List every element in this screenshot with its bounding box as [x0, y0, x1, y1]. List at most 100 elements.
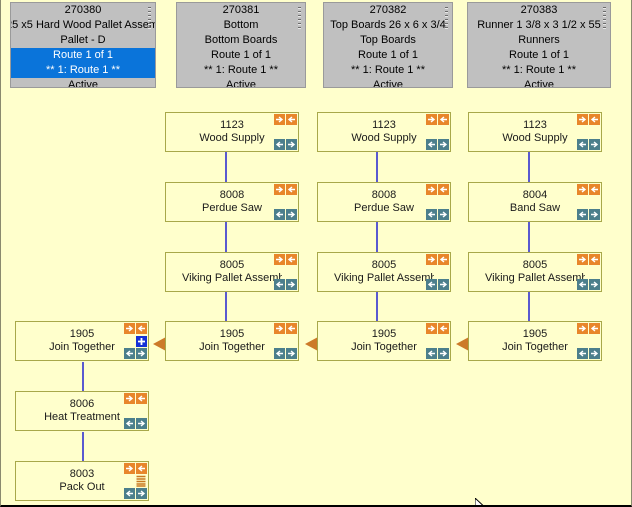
item-card-270380[interactable]: 270380 25 x5 Hard Wood Pallet Assem Pall… — [10, 2, 156, 88]
arrow-right-teal-icon[interactable] — [438, 279, 449, 290]
arrow-right-orange-icon[interactable] — [124, 323, 135, 334]
operation-node[interactable]: 1905 Join Together — [165, 321, 299, 361]
operation-code: 1123 — [523, 119, 547, 131]
arrow-right-teal-icon[interactable] — [286, 139, 297, 150]
drag-grip-icon[interactable] — [148, 7, 151, 29]
operation-code: 1123 — [372, 119, 396, 131]
item-route-name[interactable]: ** 1: Route 1 ** — [324, 63, 452, 78]
drag-grip-icon[interactable] — [445, 7, 448, 29]
arrow-right-orange-icon[interactable] — [274, 323, 285, 334]
arrow-left-orange-icon[interactable] — [589, 323, 600, 334]
arrow-right-orange-icon[interactable] — [577, 184, 588, 195]
operation-node[interactable]: 1905 Join Together — [468, 321, 602, 361]
arrow-right-orange-icon[interactable] — [124, 463, 135, 474]
arrow-left-orange-icon[interactable] — [438, 114, 449, 125]
item-route-count[interactable]: Route 1 of 1 — [177, 48, 305, 63]
arrow-left-teal-icon[interactable] — [274, 139, 285, 150]
operation-node[interactable]: 8008 Perdue Saw — [165, 182, 299, 222]
arrow-right-orange-icon[interactable] — [577, 254, 588, 265]
arrow-left-orange-icon[interactable] — [589, 254, 600, 265]
item-route-name[interactable]: ** 1: Route 1 ** — [11, 63, 155, 78]
drag-grip-icon[interactable] — [298, 7, 301, 29]
arrow-right-teal-icon[interactable] — [589, 279, 600, 290]
item-route-count[interactable]: Route 1 of 1 — [468, 48, 610, 63]
item-card-270381[interactable]: 270381 Bottom Bottom Boards Route 1 of 1… — [176, 2, 306, 88]
plus-blue-icon[interactable] — [136, 336, 147, 347]
arrow-left-orange-icon[interactable] — [136, 323, 147, 334]
arrow-left-teal-icon[interactable] — [426, 348, 437, 359]
arrow-left-orange-icon[interactable] — [589, 184, 600, 195]
operation-node[interactable]: 8004 Band Saw — [468, 182, 602, 222]
arrow-left-orange-icon[interactable] — [286, 114, 297, 125]
item-route-name[interactable]: ** 1: Route 1 ** — [468, 63, 610, 78]
arrow-right-teal-icon[interactable] — [438, 348, 449, 359]
operation-node[interactable]: 1905 Join Together — [15, 321, 149, 361]
operation-node[interactable]: 8005 Viking Pallet Assembly — [165, 252, 299, 292]
operation-node[interactable]: 8005 Viking Pallet Assembly — [317, 252, 451, 292]
arrow-left-orange-icon[interactable] — [438, 254, 449, 265]
item-card-270382[interactable]: 270382 Top Boards 26 x 6 x 3/4 Top Board… — [323, 2, 453, 88]
lines-orange-icon[interactable] — [136, 475, 146, 487]
arrow-right-teal-icon[interactable] — [438, 139, 449, 150]
item-route-count[interactable]: Route 1 of 1 — [11, 48, 155, 63]
operation-node[interactable]: 1123 Wood Supply — [317, 112, 451, 152]
arrow-left-teal-icon[interactable] — [577, 209, 588, 220]
operation-code: 1905 — [371, 328, 397, 340]
item-card-270383[interactable]: 270383 Runner 1 3/8 x 3 1/2 x 55 Runners… — [467, 2, 611, 88]
operation-node[interactable]: 8003 Pack Out — [15, 461, 149, 501]
arrow-left-orange-icon[interactable] — [286, 254, 297, 265]
operation-node[interactable]: 8008 Perdue Saw — [317, 182, 451, 222]
operation-node[interactable]: 8006 Heat Treatment — [15, 391, 149, 431]
operation-node[interactable]: 1905 Join Together — [317, 321, 451, 361]
arrow-left-orange-icon[interactable] — [286, 323, 297, 334]
arrow-left-teal-icon[interactable] — [274, 209, 285, 220]
operation-node[interactable]: 1123 Wood Supply — [165, 112, 299, 152]
arrow-left-teal-icon[interactable] — [577, 279, 588, 290]
arrow-left-orange-icon[interactable] — [136, 393, 147, 404]
item-description: Top Boards 26 x 6 x 3/4 — [330, 19, 446, 31]
arrow-right-teal-icon[interactable] — [286, 209, 297, 220]
arrow-left-orange-icon[interactable] — [136, 463, 147, 474]
arrow-right-orange-icon[interactable] — [426, 254, 437, 265]
drag-grip-icon[interactable] — [603, 7, 606, 29]
arrow-right-teal-icon[interactable] — [589, 209, 600, 220]
arrow-right-orange-icon[interactable] — [274, 254, 285, 265]
arrow-right-orange-icon[interactable] — [274, 114, 285, 125]
arrow-left-teal-icon[interactable] — [426, 209, 437, 220]
operation-node[interactable]: 8005 Viking Pallet Assembly — [468, 252, 602, 292]
arrow-left-teal-icon[interactable] — [274, 348, 285, 359]
arrow-left-teal-icon[interactable] — [124, 418, 135, 429]
arrow-right-orange-icon[interactable] — [274, 184, 285, 195]
arrow-right-orange-icon[interactable] — [426, 184, 437, 195]
item-status: Active — [524, 79, 554, 88]
arrow-right-teal-icon[interactable] — [286, 348, 297, 359]
arrow-left-orange-icon[interactable] — [438, 323, 449, 334]
arrow-right-orange-icon[interactable] — [426, 114, 437, 125]
arrow-left-teal-icon[interactable] — [274, 279, 285, 290]
arrow-right-teal-icon[interactable] — [589, 139, 600, 150]
arrow-right-teal-icon[interactable] — [589, 348, 600, 359]
arrow-right-teal-icon[interactable] — [286, 279, 297, 290]
arrow-left-teal-icon[interactable] — [426, 279, 437, 290]
arrow-right-teal-icon[interactable] — [136, 488, 147, 499]
item-route-name[interactable]: ** 1: Route 1 ** — [177, 63, 305, 78]
arrow-right-teal-icon[interactable] — [136, 348, 147, 359]
arrow-right-orange-icon[interactable] — [124, 393, 135, 404]
arrow-right-orange-icon[interactable] — [426, 323, 437, 334]
arrow-left-teal-icon[interactable] — [577, 139, 588, 150]
operation-node[interactable]: 1123 Wood Supply — [468, 112, 602, 152]
arrow-right-orange-icon[interactable] — [577, 114, 588, 125]
arrow-right-orange-icon[interactable] — [577, 323, 588, 334]
arrow-left-orange-icon[interactable] — [286, 184, 297, 195]
arrow-left-teal-icon[interactable] — [577, 348, 588, 359]
item-route-count[interactable]: Route 1 of 1 — [324, 48, 452, 63]
arrow-right-teal-icon[interactable] — [438, 209, 449, 220]
arrow-left-teal-icon[interactable] — [124, 488, 135, 499]
arrow-left-orange-icon[interactable] — [438, 184, 449, 195]
arrow-left-orange-icon[interactable] — [589, 114, 600, 125]
operation-node-text: 1905 Join Together — [334, 328, 434, 354]
arrow-left-teal-icon[interactable] — [124, 348, 135, 359]
arrow-right-teal-icon[interactable] — [136, 418, 147, 429]
routing-diagram-canvas[interactable]: 270380 25 x5 Hard Wood Pallet Assem Pall… — [0, 0, 632, 507]
arrow-left-teal-icon[interactable] — [426, 139, 437, 150]
